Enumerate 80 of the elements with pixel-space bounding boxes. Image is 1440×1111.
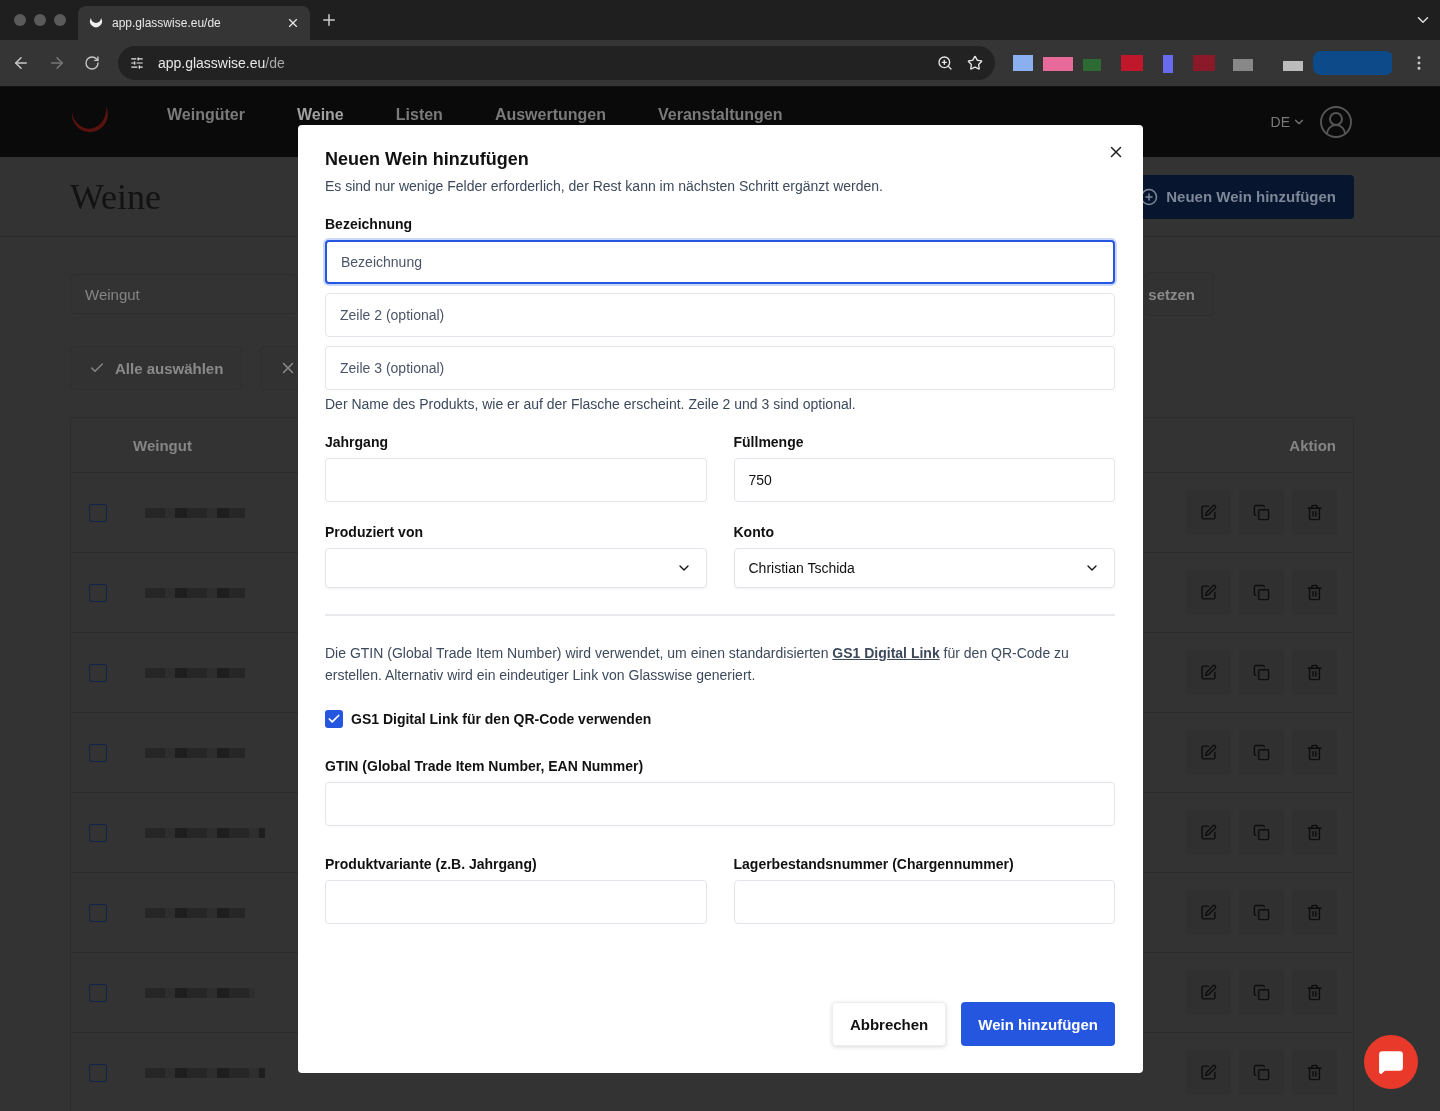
extensions-drawing[interactable] [1012, 51, 1392, 75]
row-checkbox[interactable] [89, 903, 107, 922]
copy-icon [1253, 984, 1270, 1001]
field-label: Konto [733, 524, 775, 540]
reload-icon[interactable] [83, 55, 100, 71]
select-field[interactable]: Christian Tschida [733, 548, 1115, 588]
nav-link[interactable]: Listen [395, 106, 443, 124]
field-label: Lagerbestandsnummer (Chargennummer) [733, 856, 1015, 872]
trash-icon [1306, 904, 1323, 921]
site-settings-icon[interactable] [129, 56, 144, 70]
cancel-button[interactable]: Abbrechen [831, 1002, 947, 1046]
checkbox[interactable] [325, 710, 343, 728]
address-bar[interactable]: app.glasswise.eu/de [117, 46, 995, 80]
edit-icon [1200, 904, 1217, 921]
trash-icon [1306, 664, 1323, 681]
trash-icon [1306, 1064, 1323, 1081]
nav-link[interactable]: Auswertungen [494, 106, 606, 124]
star-icon[interactable] [966, 55, 983, 71]
dialog-subtitle: Es sind nur wenige Felder erforderlich, der Rest kann im nächsten Schritt ergänzt werden. [325, 178, 884, 194]
submit-button[interactable]: Wein hinzufügen [961, 1002, 1115, 1046]
row-checkbox[interactable] [89, 583, 107, 602]
trash-icon [1306, 584, 1323, 601]
language-selector[interactable]: DE [1270, 114, 1306, 130]
reset-button[interactable]: setzen [1145, 272, 1214, 316]
zoom-icon[interactable] [936, 55, 953, 71]
edit-icon [1200, 824, 1217, 841]
checkbox-label[interactable]: GS1 Digital Link für den QR-Code verwenden [351, 711, 652, 727]
row-checkbox[interactable] [89, 1063, 107, 1082]
gs1-link[interactable]: GS1 Digital Link [832, 645, 940, 661]
select-field[interactable] [325, 548, 707, 588]
user-avatar-icon[interactable] [1318, 104, 1354, 140]
row-checkbox[interactable] [89, 823, 107, 842]
window-controls-icon[interactable] [14, 14, 68, 26]
copy-icon [1253, 504, 1270, 521]
edit-icon [1200, 584, 1217, 601]
field-label: Bezeichnung [325, 216, 414, 232]
edit-icon [1200, 1064, 1217, 1081]
copy-icon [1253, 904, 1270, 921]
copy-icon [1253, 824, 1270, 841]
trash-icon [1306, 824, 1323, 841]
edit-icon [1200, 504, 1217, 521]
field-label: Jahrgang [325, 434, 389, 450]
field-label: Produktvariante (z.B. Jahrgang) [325, 856, 538, 872]
trash-icon [1306, 984, 1323, 1001]
nav-link[interactable]: Weine [296, 106, 344, 124]
column-header: Aktion [1289, 436, 1336, 454]
hint-text: Der Name des Produkts, wie er auf der Flasche erscheint. Zeile 2 und 3 sind optional. [325, 396, 857, 412]
trash-icon [1306, 744, 1323, 761]
browser-tab[interactable]: app.glasswise.eu/de [78, 6, 310, 40]
filter-field[interactable]: Weingut [70, 274, 298, 314]
row-checkbox[interactable] [89, 503, 107, 522]
copy-icon [1253, 744, 1270, 761]
nav-link[interactable]: Weingüter [167, 106, 245, 124]
new-tab-icon[interactable] [320, 11, 338, 29]
row-checkbox[interactable] [89, 743, 107, 762]
chat-icon [1378, 1049, 1404, 1075]
copy-icon [1253, 1064, 1270, 1081]
edit-icon [1200, 664, 1217, 681]
back-icon[interactable] [12, 54, 30, 72]
field-label: GTIN (Global Trade Item Number, EAN Nummer) [325, 758, 645, 774]
check-icon [327, 712, 341, 726]
close-icon[interactable] [286, 16, 300, 30]
trash-icon [1306, 504, 1323, 521]
chat-button[interactable] [1364, 1035, 1418, 1089]
edit-icon [1200, 984, 1217, 1001]
input-field[interactable]: 750 [733, 458, 1115, 502]
copy-icon [1253, 664, 1270, 681]
dialog-title: Neuen Wein hinzufügen [325, 149, 530, 170]
copy-icon [1253, 584, 1270, 601]
row-checkbox[interactable] [89, 663, 107, 682]
edit-icon [1200, 744, 1217, 761]
info-text: Die GTIN (Global Trade Item Number) wird verwendet, um einen standardisierten GS1 Digital Link für den QR-Code zu erstellen. Alternativ wird ein eindeutiger Link von Glasswise generiert. [325, 644, 1070, 685]
select-all-button[interactable]: Alle auswählen [70, 346, 243, 390]
input-field[interactable]: Bezeichnung [325, 240, 1115, 284]
row-checkbox[interactable] [89, 983, 107, 1002]
column-header: Weingut [133, 436, 192, 454]
plus-circle-icon [1140, 187, 1159, 206]
field-label: Füllmenge [733, 434, 805, 450]
field-label: Produziert von [325, 524, 424, 540]
nav-link[interactable]: Veranstaltungen [658, 106, 783, 124]
